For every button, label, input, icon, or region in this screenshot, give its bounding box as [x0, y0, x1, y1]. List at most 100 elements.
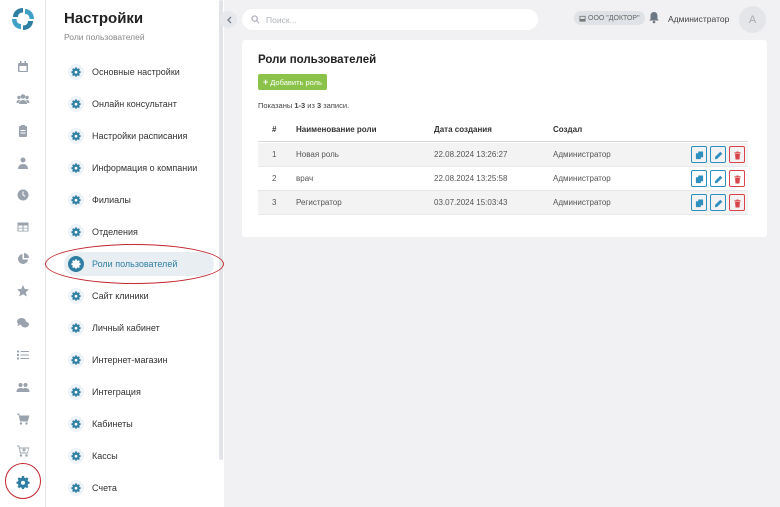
gear-icon — [68, 416, 84, 432]
collapse-menu-button[interactable] — [220, 11, 237, 28]
page-title: Роли пользователей — [258, 54, 377, 66]
row-actions — [691, 146, 745, 163]
chevron-left-icon — [226, 16, 231, 23]
created-date: 22.08.2024 13:26:27 — [434, 150, 508, 159]
created-date: 22.08.2024 13:25:58 — [434, 174, 508, 183]
menu-item[interactable]: Кабинеты — [64, 412, 214, 436]
building-icon — [579, 15, 586, 22]
app-logo-icon[interactable] — [10, 6, 36, 32]
menu-item[interactable]: Сайт клиники — [64, 284, 214, 308]
delete-button[interactable] — [729, 170, 745, 187]
menu-item[interactable]: Кассы — [64, 444, 214, 468]
search-input[interactable] — [266, 14, 516, 25]
highlight-ring — [5, 463, 41, 499]
gear-icon — [68, 160, 84, 176]
row-number: 2 — [272, 174, 277, 183]
row-number: 1 — [272, 150, 277, 159]
menu-item[interactable]: Интеграция — [64, 380, 214, 404]
created-date: 03.07.2024 15:03:43 — [434, 198, 508, 207]
copy-icon — [695, 194, 704, 218]
menu-item[interactable]: Информация о компании — [64, 156, 214, 180]
table-row: 3 Регистратор 03.07.2024 15:03:43 Администр… — [258, 191, 748, 215]
menu-scrollbar[interactable] — [218, 0, 224, 507]
cart-plus-icon[interactable] — [15, 443, 31, 459]
delete-button[interactable] — [729, 146, 745, 163]
menu-item-label: Филиалы — [92, 195, 131, 205]
column-created-date[interactable]: Дата создания — [434, 118, 492, 142]
menu-item[interactable]: Настройки расписания — [64, 124, 214, 148]
avatar[interactable]: A — [739, 6, 766, 33]
doctor-icon[interactable] — [15, 155, 31, 171]
menu-item[interactable]: Интернет-магазин — [64, 348, 214, 372]
row-actions — [691, 194, 745, 211]
cart-icon[interactable] — [15, 411, 31, 427]
role-name: Регистратор — [296, 198, 342, 207]
menu-item[interactable]: Филиалы — [64, 188, 214, 212]
table-icon[interactable] — [15, 219, 31, 235]
edit-button[interactable] — [710, 194, 726, 211]
calendar-icon[interactable] — [15, 59, 31, 75]
column-number[interactable]: # — [272, 118, 276, 142]
role-name: Новая роль — [296, 150, 339, 159]
menu-item[interactable]: Отделения — [64, 220, 214, 244]
user-name[interactable]: Администратор — [668, 14, 729, 24]
menu-item-label: Настройки расписания — [92, 131, 188, 141]
add-role-label: Добавить роль — [270, 77, 322, 87]
menu-item-label: Счета — [92, 483, 117, 493]
menu-item-label: Личный кабинет — [92, 323, 160, 333]
menu-item[interactable]: Основные настройки — [64, 60, 214, 84]
list-icon[interactable] — [15, 347, 31, 363]
gear-icon — [68, 480, 84, 496]
chat-icon[interactable] — [15, 315, 31, 331]
clipboard-icon[interactable] — [15, 123, 31, 139]
table-row: 1 Новая роль 22.08.2024 13:26:27 Администра… — [258, 143, 748, 167]
menu-subtitle: Роли пользователей — [64, 32, 145, 42]
edit-button[interactable] — [710, 170, 726, 187]
menu-item-label: Отделения — [92, 227, 138, 237]
pie-chart-icon[interactable] — [15, 251, 31, 267]
menu-item[interactable]: Счета — [64, 476, 214, 500]
table-row: 2 врач 22.08.2024 13:25:58 Администратор — [258, 167, 748, 191]
column-created-by[interactable]: Создал — [553, 118, 582, 142]
pencil-icon — [714, 194, 723, 218]
group-icon[interactable] — [15, 379, 31, 395]
search-box[interactable] — [242, 9, 538, 30]
column-role-name[interactable]: Наименование роли — [296, 118, 377, 142]
delete-button[interactable] — [729, 194, 745, 211]
gear-icon — [68, 64, 84, 80]
star-icon[interactable] — [15, 283, 31, 299]
gear-icon — [68, 96, 84, 112]
organization-badge[interactable]: ООО "ДОКТОР" — [574, 11, 645, 25]
menu-item-label: Основные настройки — [92, 67, 180, 77]
copy-button[interactable] — [691, 194, 707, 211]
notifications-bell-icon[interactable] — [648, 11, 660, 25]
copy-button[interactable] — [691, 146, 707, 163]
organization-name: ООО "ДОКТОР" — [588, 14, 640, 22]
trash-icon — [733, 194, 742, 218]
menu-item-label: Онлайн консультант — [92, 99, 177, 109]
menu-item-label: Интернет-магазин — [92, 355, 168, 365]
gear-icon — [68, 384, 84, 400]
menu-item-label: Сайт клиники — [92, 291, 149, 301]
icon-rail — [0, 0, 46, 507]
menu-item-label: Интеграция — [92, 387, 141, 397]
edit-button[interactable] — [710, 146, 726, 163]
plus-icon: + — [263, 77, 269, 87]
menu-item[interactable]: Личный кабинет — [64, 316, 214, 340]
menu-title: Настройки — [64, 10, 144, 27]
menu-item-label: Кассы — [92, 451, 118, 461]
highlight-ellipse — [45, 244, 224, 284]
created-by: Администратор — [553, 198, 611, 207]
gear-icon — [68, 128, 84, 144]
clock-icon[interactable] — [15, 187, 31, 203]
gear-icon — [68, 352, 84, 368]
copy-button[interactable] — [691, 170, 707, 187]
gear-icon — [68, 224, 84, 240]
add-role-button[interactable]: + Добавить роль — [258, 74, 327, 90]
gear-icon — [68, 192, 84, 208]
records-summary: Показаны 1-3 из 3 записи. — [258, 101, 350, 110]
users-icon[interactable] — [15, 91, 31, 107]
row-actions — [691, 170, 745, 187]
menu-item[interactable]: Онлайн консультант — [64, 92, 214, 116]
created-by: Администратор — [553, 174, 611, 183]
